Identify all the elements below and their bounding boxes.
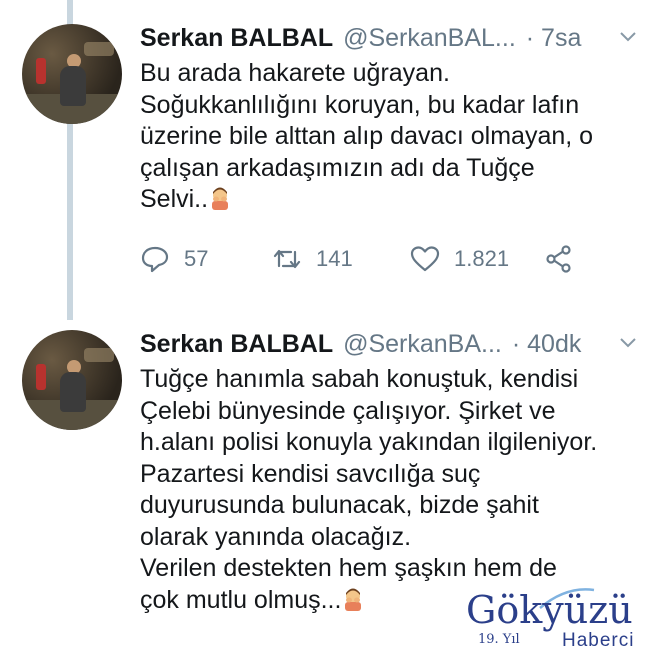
reply-icon[interactable] <box>140 244 170 274</box>
author-handle[interactable]: @SerkanBA... <box>343 330 502 359</box>
share-action[interactable] <box>544 244 588 274</box>
gokyuzu-haberci-watermark: Gökyüzü 19. Yıl Haberci <box>466 588 656 654</box>
reply-action[interactable]: 57 <box>140 244 208 274</box>
retweet-icon[interactable] <box>272 244 302 274</box>
share-icon[interactable] <box>544 244 574 274</box>
author-name[interactable]: Serkan BALBAL <box>140 330 333 359</box>
chevron-down-icon[interactable] <box>618 26 638 46</box>
tweet-line: Bu arada hakarete uğrayan. <box>140 59 450 87</box>
tweet-line: Verilen destekten hem şaşkın hem de <box>140 554 557 582</box>
chevron-down-icon[interactable] <box>618 332 638 352</box>
avatar[interactable] <box>22 24 122 124</box>
tweet-actions: 57 141 1.821 <box>140 244 640 280</box>
tweet-line: Çelebi bünyesinde çalışıyor. Şirket ve <box>140 396 556 425</box>
tweet-line: duyurusunda bulunacak, bizde şahit <box>140 491 539 519</box>
tweet-text: Tuğçe hanımla sabah konuştuk, kendisi Çe… <box>140 364 650 616</box>
like-count: 1.821 <box>454 246 510 271</box>
person-facepalming-emoji <box>345 588 362 611</box>
heart-icon[interactable] <box>410 244 440 274</box>
tweet-line: olarak yanında olacağız. <box>140 522 412 551</box>
tweet-line: üzerine bile alttan alıp davacı olmayan,… <box>140 122 594 150</box>
tweet-line: Soğukkanlılığını koruyan, bu kadar lafın <box>140 90 580 119</box>
reply-count: 57 <box>184 246 209 271</box>
tweet-line: çalışan arkadaşımızın adı da Tuğçe <box>140 153 535 182</box>
tweet-header: Serkan BALBAL @SerkanBA... · 40dk <box>140 326 581 362</box>
person-facepalming-emoji <box>212 187 229 210</box>
like-action[interactable]: 1.821 <box>410 244 509 274</box>
avatar[interactable] <box>22 330 122 430</box>
tweet-text: Bu arada hakarete uğrayan. Soğukkanlılığ… <box>140 58 650 216</box>
retweet-action[interactable]: 141 <box>272 244 353 274</box>
tweet-header: Serkan BALBAL @SerkanBAL... · 7sa <box>140 20 581 56</box>
author-handle[interactable]: @SerkanBAL... <box>343 24 516 53</box>
tweet-time[interactable]: · 40dk <box>512 330 581 359</box>
retweet-count: 141 <box>316 246 353 271</box>
tweet-time[interactable]: · 7sa <box>526 24 582 53</box>
tweet-line: Tuğçe hanımla sabah konuştuk, kendisi <box>140 365 579 393</box>
tweet-1[interactable]: Serkan BALBAL @SerkanBAL... · 7sa Bu ara… <box>0 20 660 300</box>
tweet-line: Pazartesi kendisi savcılığa suç <box>140 459 481 488</box>
tweet-line: Selvi.. <box>140 185 209 213</box>
tweet-line: çok mutlu olmuş... <box>140 585 342 614</box>
tweet-line: h.alanı polisi konuyla yakından ilgileni… <box>140 428 598 456</box>
watermark-brand: Gökyüzü <box>466 588 633 632</box>
author-name[interactable]: Serkan BALBAL <box>140 24 333 53</box>
watermark-sub: Haberci <box>562 630 635 651</box>
watermark-year: 19. Yıl <box>478 632 520 647</box>
